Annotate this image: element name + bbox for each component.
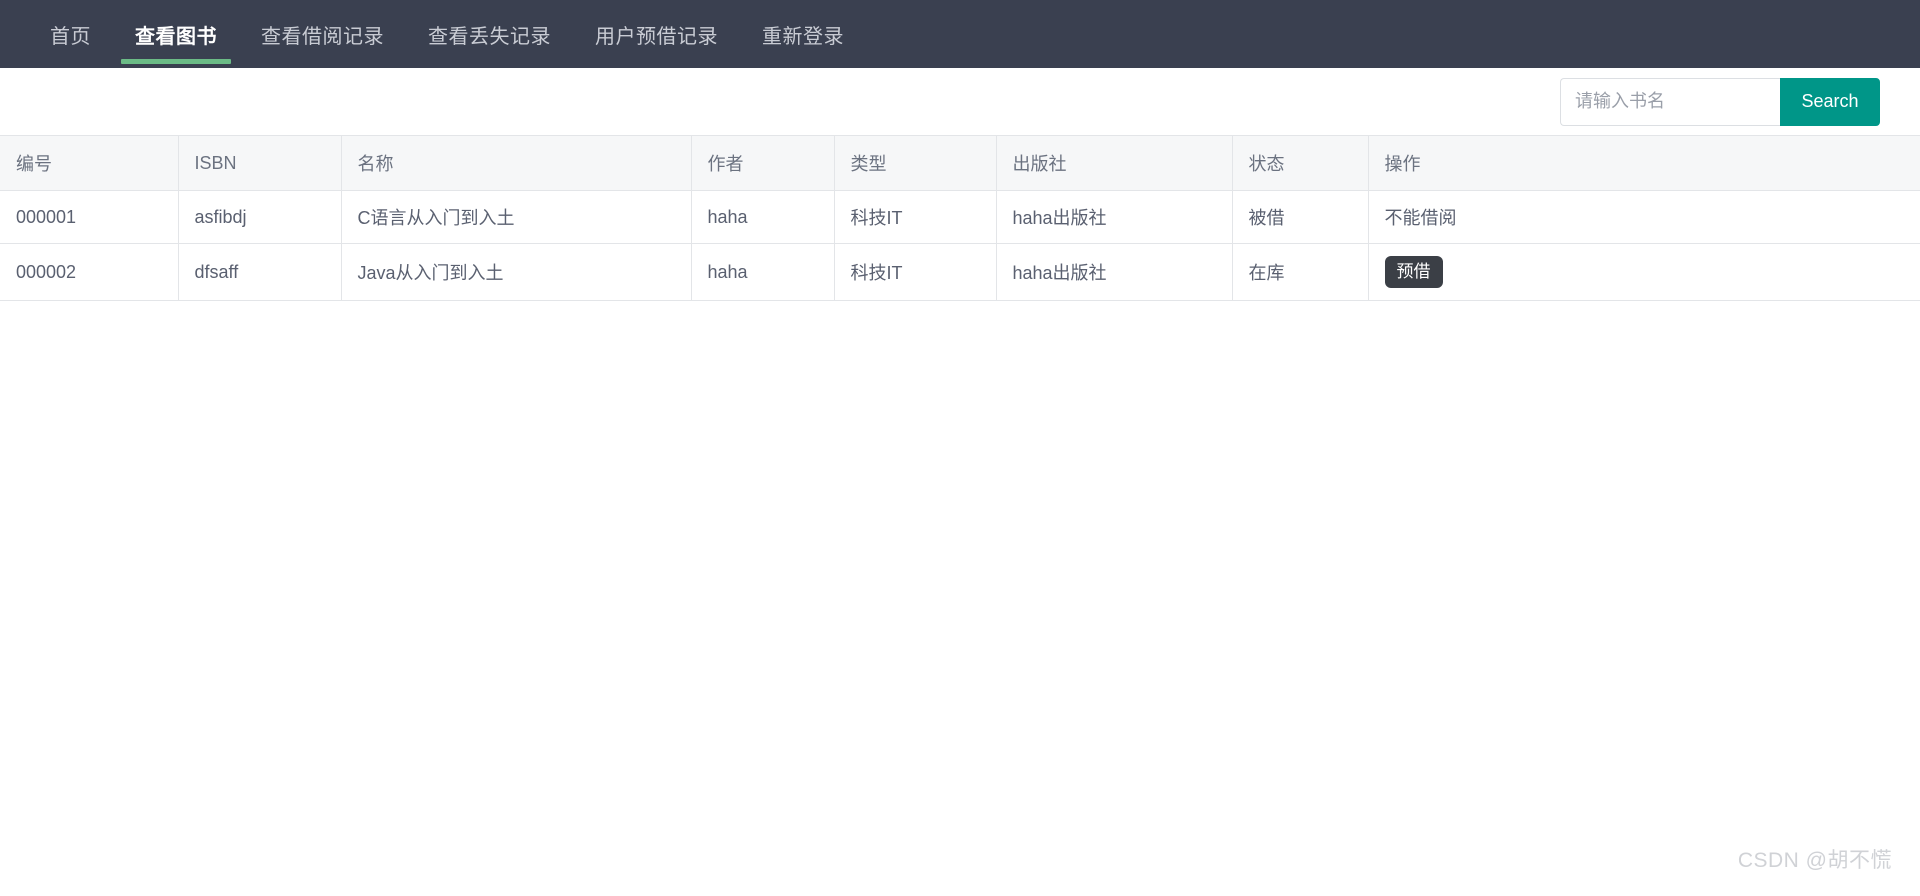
nav-item-label: 查看丢失记录 [428,25,551,48]
cell-status: 被借 [1232,190,1369,244]
nav-item-lost-records[interactable]: 查看丢失记录 [406,0,573,68]
table-header: 编号 ISBN 名称 作者 类型 出版社 状态 操作 [0,135,1920,191]
column-header-publisher: 出版社 [996,135,1233,191]
table-header-row: 编号 ISBN 名称 作者 类型 出版社 状态 操作 [0,135,1920,191]
column-header-author: 作者 [691,135,835,191]
column-header-action: 操作 [1368,135,1920,191]
cell-name: C语言从入门到入土 [341,190,692,244]
nav-list: 首页 查看图书 查看借阅记录 查看丢失记录 用户预借记录 重新登录 [28,0,866,68]
cell-name: Java从入门到入土 [341,243,692,302]
cell-author: haha [691,190,835,244]
nav-item-label: 用户预借记录 [595,25,718,48]
nav-item-label: 查看图书 [135,25,217,48]
search-input[interactable] [1560,77,1780,126]
cell-action: 预借 [1368,243,1920,302]
table-row: 000001 asfibdj C语言从入门到入土 haha 科技IT haha出… [0,190,1920,244]
book-table: 编号 ISBN 名称 作者 类型 出版社 状态 操作 000001 asfibd… [0,135,1920,302]
cell-id: 000001 [0,190,179,244]
cell-action: 不能借阅 [1368,190,1920,244]
cell-type: 科技IT [834,190,997,244]
cell-author: haha [691,243,835,302]
nav-item-label: 查看借阅记录 [261,25,384,48]
column-header-id: 编号 [0,135,179,191]
nav-item-label: 重新登录 [762,25,844,48]
column-header-isbn: ISBN [178,135,342,191]
cell-publisher: haha出版社 [996,190,1233,244]
column-header-type: 类型 [834,135,997,191]
search-group: Search [1560,77,1880,126]
nav-item-label: 首页 [50,25,91,48]
page-root: 首页 查看图书 查看借阅记录 查看丢失记录 用户预借记录 重新登录 Search [0,0,1920,896]
nav-item-view-books[interactable]: 查看图书 [113,0,239,68]
cell-isbn: dfsaff [178,243,342,302]
cell-publisher: haha出版社 [996,243,1233,302]
column-header-status: 状态 [1232,135,1369,191]
nav-item-home[interactable]: 首页 [28,0,113,68]
nav-item-user-reservations[interactable]: 用户预借记录 [573,0,740,68]
search-button[interactable]: Search [1780,77,1880,126]
cannot-borrow-text: 不能借阅 [1384,208,1457,228]
top-navbar: 首页 查看图书 查看借阅记录 查看丢失记录 用户预借记录 重新登录 [0,0,1920,68]
cell-status: 在库 [1232,243,1369,302]
table-body: 000001 asfibdj C语言从入门到入土 haha 科技IT haha出… [0,190,1920,302]
cell-id: 000002 [0,243,179,302]
cell-isbn: asfibdj [178,190,342,244]
search-row: Search [0,68,1920,135]
column-header-name: 名称 [341,135,692,191]
table-row: 000002 dfsaff Java从入门到入土 haha 科技IT haha出… [0,243,1920,302]
nav-item-relogin[interactable]: 重新登录 [740,0,866,68]
watermark: CSDN @胡不慌 [1737,849,1892,872]
cell-type: 科技IT [834,243,997,302]
nav-item-borrow-records[interactable]: 查看借阅记录 [239,0,406,68]
reserve-button[interactable]: 预借 [1384,256,1443,289]
